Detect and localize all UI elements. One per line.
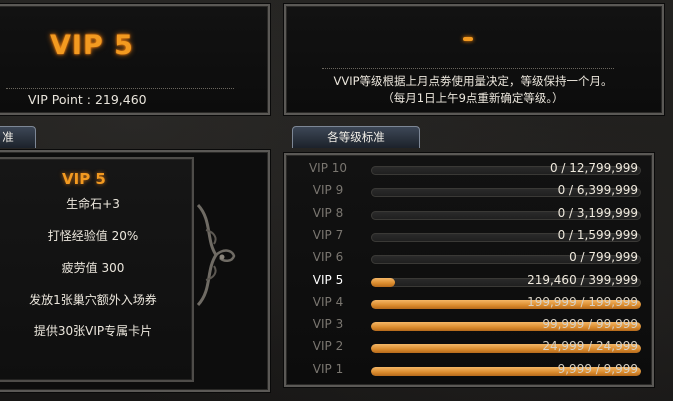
- level-progress-text: 0 / 3,199,999: [557, 205, 638, 220]
- level-label: VIP 4: [312, 294, 344, 309]
- vvip-indicator: [463, 37, 473, 41]
- vip-point-value: VIP Point : 219,460: [28, 92, 147, 107]
- level-label: VIP 3: [312, 317, 344, 332]
- level-progress-text: 0 / 6,399,999: [557, 183, 638, 198]
- level-progress-text: 199,999 / 199,999: [527, 294, 638, 309]
- vip-description: VVIP等级根据上月点劵使用量决定，等级保持一个月。 （每月1日上午9点重新确定…: [288, 73, 658, 107]
- level-label: VIP 2: [312, 339, 344, 354]
- level-label: VIP 7: [312, 227, 344, 242]
- level-progress-text: 24,999 / 24,999: [542, 339, 638, 354]
- benefit-item: 打怪经验值 20%: [47, 229, 139, 243]
- summary-divider: [6, 88, 234, 89]
- info-divider: [322, 68, 614, 69]
- vip-description-line2: （每月1日上午9点重新确定等级。）: [382, 91, 564, 105]
- level-label: VIP 8: [312, 205, 344, 220]
- vip-description-line1: VVIP等级根据上月点劵使用量决定，等级保持一个月。: [333, 74, 613, 88]
- tab-benefits[interactable]: 准: [0, 126, 36, 148]
- level-progress-fill: [371, 277, 396, 287]
- benefit-item: 发放1张巢穴额外入场券: [29, 293, 157, 307]
- level-progress-text: 9,999 / 9,999: [557, 361, 638, 376]
- benefits-level-title: VIP 5: [62, 170, 106, 188]
- level-label: VIP 1: [312, 361, 344, 376]
- tab-level-standards[interactable]: 各等级标准: [292, 126, 420, 148]
- level-progress-text: 0 / 12,799,999: [549, 161, 638, 175]
- level-progress-text: 99,999 / 99,999: [542, 317, 638, 332]
- benefit-item: 提供30张VIP专属卡片: [33, 324, 153, 338]
- level-label: VIP 6: [312, 250, 344, 265]
- benefit-item: 生命石+3: [66, 197, 120, 211]
- level-label: VIP 9: [312, 183, 344, 198]
- level-label: VIP 5: [312, 272, 344, 287]
- level-progress-text: 0 / 1,599,999: [557, 227, 638, 242]
- level-label: VIP 10: [308, 161, 348, 175]
- level-progress-text: 0 / 799,999: [569, 250, 638, 265]
- scroll-ornament-icon: [196, 203, 236, 307]
- level-progress-text: 219,460 / 399,999: [527, 272, 638, 287]
- current-vip-level: VIP 5: [50, 30, 134, 61]
- benefit-item: 疲劳值 300: [61, 261, 125, 275]
